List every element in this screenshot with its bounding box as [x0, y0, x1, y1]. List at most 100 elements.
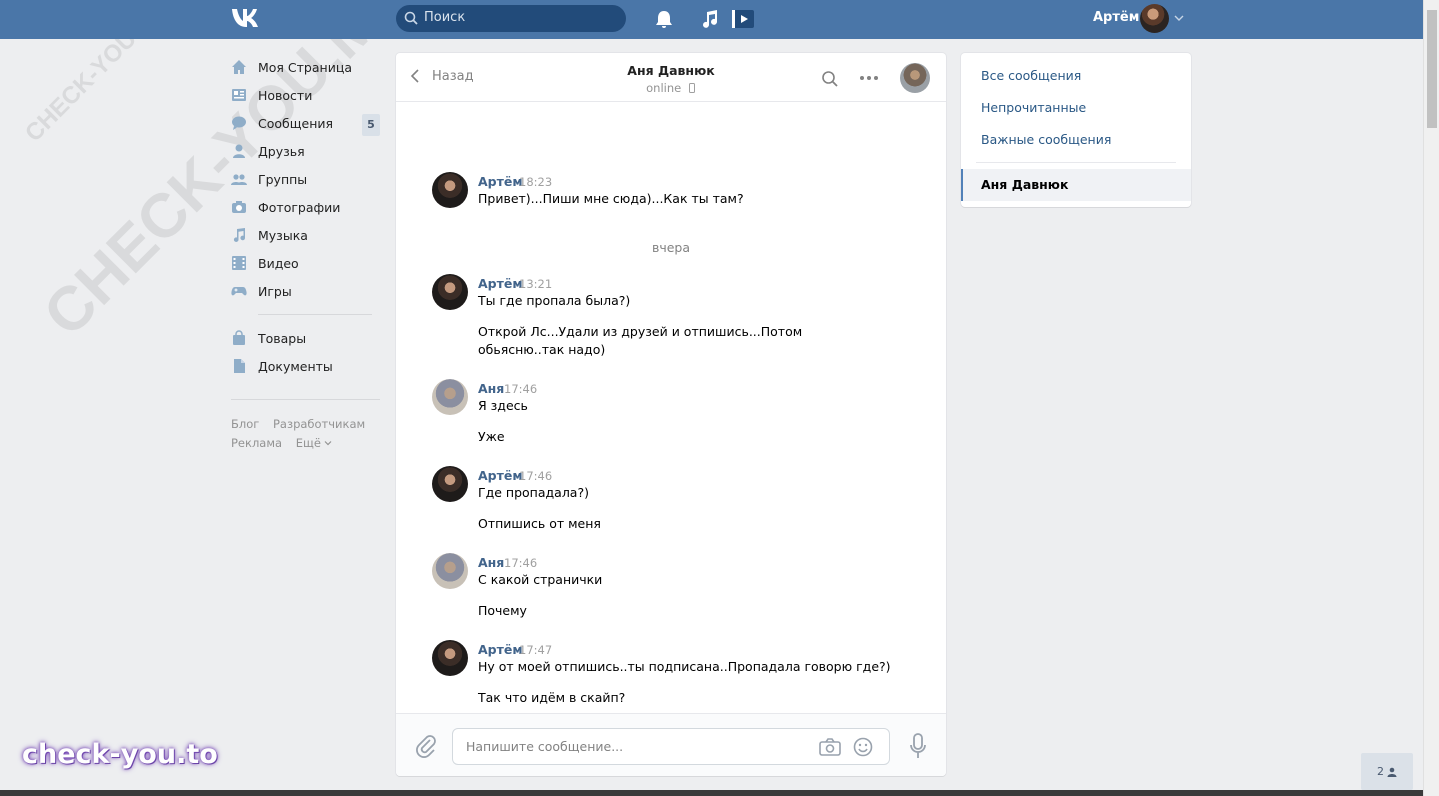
filters-divider [976, 162, 1176, 163]
message-text: Я здесь [478, 398, 528, 413]
message-time: 17:46 [504, 382, 538, 396]
sidebar-item-music[interactable]: Музыка [230, 221, 380, 249]
footer-link-more[interactable]: Ещё [296, 436, 332, 450]
sidebar-item-label: Товары [258, 330, 307, 346]
avatar[interactable] [432, 379, 468, 415]
home-icon [232, 60, 246, 74]
sidebar-item-documents[interactable]: Документы [230, 352, 380, 380]
avatar[interactable] [432, 172, 468, 208]
user-icon [1387, 767, 1397, 777]
sidebar-item-label: Моя Страница [258, 59, 352, 75]
message-time: 18:23 [519, 175, 553, 189]
message-time: 17:47 [519, 643, 553, 657]
os-taskbar-edge [0, 790, 1423, 796]
gamepad-icon [231, 287, 247, 296]
sidebar-item-label: Фотографии [258, 199, 341, 215]
message-author[interactable]: Артём [478, 174, 523, 189]
search-icon[interactable] [821, 70, 839, 88]
message-input-placeholder: Напишите сообщение... [466, 739, 624, 754]
peer-status: online [396, 81, 946, 95]
chevron-down-icon [324, 441, 332, 446]
sidebar-item-photos[interactable]: Фотографии [230, 193, 380, 221]
sidebar-item-my-page[interactable]: Моя Страница [230, 53, 380, 81]
header-user-name[interactable]: Артём [1093, 10, 1139, 25]
footer-link-ads[interactable]: Реклама [231, 436, 282, 450]
bell-icon[interactable] [653, 8, 675, 30]
sidebar-item-label: Видео [258, 255, 299, 271]
message-text: Где пропадала?) [478, 485, 589, 500]
message-text: Ты где пропала была?) [478, 293, 631, 308]
message-text: Отпишись от меня [478, 516, 601, 531]
news-icon [232, 89, 246, 101]
message-author[interactable]: Артём [478, 468, 523, 483]
avatar[interactable] [432, 466, 468, 502]
scrollbar-thumb[interactable] [1427, 10, 1437, 128]
document-icon [234, 359, 245, 373]
message-author[interactable]: Артём [478, 642, 523, 657]
message-time: 17:46 [519, 469, 553, 483]
avatar[interactable] [432, 553, 468, 589]
filter-important[interactable]: Важные сообщения [981, 132, 1111, 147]
message-filters-panel: Все сообщения Непрочитанные Важные сообщ… [961, 53, 1191, 207]
avatar[interactable] [432, 274, 468, 310]
message-author[interactable]: Аня [478, 381, 504, 396]
page-scrollbar[interactable] [1423, 0, 1439, 796]
sidebar-item-groups[interactable]: Группы [230, 165, 380, 193]
peer-avatar[interactable] [900, 63, 930, 93]
filter-unread[interactable]: Непрочитанные [981, 100, 1086, 115]
sidebar-item-label: Друзья [258, 143, 305, 159]
active-conversation-label: Аня Давнюк [981, 177, 1069, 192]
sidebar-item-label: Сообщения [258, 115, 334, 131]
friends-icon [233, 144, 245, 158]
messages-icon [232, 116, 246, 130]
sidebar-item-label: Игры [258, 283, 292, 299]
message-time: 17:46 [504, 556, 538, 570]
message-author[interactable]: Аня [478, 555, 504, 570]
footer-link-developers[interactable]: Разработчикам [273, 417, 365, 431]
video-play-icon[interactable] [731, 8, 755, 30]
sidebar-item-news[interactable]: Новости [230, 81, 380, 109]
footer-link-more-label: Ещё [295, 436, 321, 450]
message-text: Открой Лс...Удали из друзей и отпишись..… [478, 324, 803, 357]
paperclip-icon[interactable] [415, 734, 437, 758]
sidebar-item-friends[interactable]: Друзья [230, 137, 380, 165]
message-composer: Напишите сообщение... [396, 713, 946, 776]
avatar[interactable] [432, 640, 468, 676]
peer-status-text: online [646, 81, 682, 95]
vk-logo-icon[interactable] [230, 6, 264, 30]
search-placeholder: Поиск [424, 10, 466, 25]
header-avatar[interactable] [1140, 4, 1169, 33]
more-options-icon[interactable] [859, 75, 879, 81]
camera-icon[interactable] [819, 738, 841, 756]
message-author[interactable]: Артём [478, 276, 523, 291]
sidebar-item-messages[interactable]: Сообщения [230, 109, 380, 137]
message-text: Привет)...Пиши мне сюда)...Как ты там? [478, 191, 744, 206]
sidebar-item-games[interactable]: Игры [230, 277, 380, 305]
sidebar-divider [231, 399, 380, 400]
mobile-phone-icon [688, 83, 695, 93]
online-friends-button[interactable]: 2 [1361, 753, 1413, 790]
chevron-down-icon[interactable] [1174, 13, 1184, 23]
message-text: Ну от моей отпишись..ты подписана..Пропа… [478, 659, 891, 674]
bag-icon [233, 330, 245, 345]
chat-header: Назад Аня Давнюк online [396, 53, 946, 102]
filter-all-messages[interactable]: Все сообщения [981, 68, 1081, 83]
message-input[interactable]: Напишите сообщение... [452, 728, 890, 765]
top-header: Поиск Артём [0, 0, 1423, 39]
sidebar-item-label: Новости [258, 87, 313, 103]
message-history[interactable]: Артём 18:23 Привет)...Пиши мне сюда)...К… [396, 102, 946, 713]
sidebar-footer-links: Реклама Ещё [231, 436, 342, 450]
microphone-icon[interactable] [908, 732, 928, 760]
day-separator: вчера [651, 240, 691, 255]
sidebar-item-video[interactable]: Видео [230, 249, 380, 277]
footer-link-blog[interactable]: Блог [231, 417, 259, 431]
sidebar-item-label: Музыка [258, 227, 308, 243]
camera-icon [232, 201, 246, 213]
music-icon[interactable] [699, 8, 721, 30]
search-input[interactable]: Поиск [396, 5, 626, 32]
sidebar-item-goods[interactable]: Товары [230, 324, 380, 352]
promo-watermark: check-you.to [22, 739, 218, 770]
sidebar-divider [258, 314, 372, 315]
active-conversation-item[interactable]: Аня Давнюк [961, 169, 1191, 201]
emoji-icon[interactable] [853, 737, 873, 757]
